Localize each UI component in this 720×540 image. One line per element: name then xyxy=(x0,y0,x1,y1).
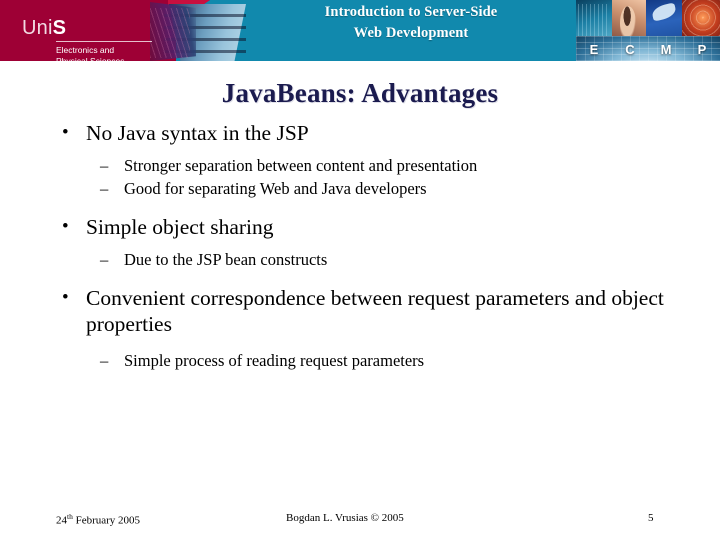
bullet-item: • Convenient correspondence between requ… xyxy=(56,285,666,337)
logo-word-prefix: Uni xyxy=(22,17,53,39)
bullet-item: • No Java syntax in the JSP xyxy=(56,120,666,146)
sub-bullet-item: – Simple process of reading request para… xyxy=(96,349,664,372)
footer-author: Bogdan L. Vrusias © 2005 xyxy=(286,512,404,524)
bullet-text: No Java syntax in the JSP xyxy=(86,121,309,145)
collage-letter-p: P xyxy=(697,42,707,57)
logo-wordmark: UniS xyxy=(22,18,152,39)
header-collage-image: E C M P xyxy=(576,0,720,61)
footer-page-number: 5 xyxy=(648,512,654,524)
sub-bullet-marker: – xyxy=(100,351,109,370)
collage-letter-m: M xyxy=(660,42,672,57)
bullet-marker: • xyxy=(62,287,69,308)
bullet-item: • Simple object sharing xyxy=(56,214,666,240)
presentation-title-line1: Introduction to Server-Side xyxy=(324,4,498,20)
sub-bullet-text: Good for separating Web and Java develop… xyxy=(124,179,427,198)
slide-content: • No Java syntax in the JSP – Stronger s… xyxy=(0,120,720,372)
sub-bullet-marker: – xyxy=(100,250,109,269)
sub-bullet-item: – Due to the JSP bean constructs xyxy=(96,248,664,271)
logo-subtitle: Electronics and Physical Sciences xyxy=(56,41,152,61)
footer-date-rest: February 2005 xyxy=(72,514,141,527)
bullet-marker: • xyxy=(62,122,69,143)
logo-subtitle-line2: Physical Sciences xyxy=(56,55,125,62)
bullet-marker: • xyxy=(62,216,69,237)
collage-letter-c: C xyxy=(625,42,635,57)
slide-title: JavaBeans: Advantages xyxy=(221,78,499,108)
sub-bullet-item: – Stronger separation between content an… xyxy=(96,154,664,177)
sub-bullet-text: Simple process of reading request parame… xyxy=(124,351,425,370)
collage-letter-e: E xyxy=(589,42,599,57)
sub-bullet-item: – Good for separating Web and Java devel… xyxy=(96,177,664,200)
building-light-rays xyxy=(150,8,190,58)
presentation-title-line2: Web Development xyxy=(353,25,469,41)
header-banner: UniS Electronics and Physical Sciences I… xyxy=(0,0,720,61)
footer-date: 24th February 2005 xyxy=(56,512,140,527)
sub-bullet-text: Due to the JSP bean constructs xyxy=(124,250,328,269)
bullet-text: Convenient correspondence between reques… xyxy=(86,286,664,336)
bullet-text: Simple object sharing xyxy=(86,215,274,239)
university-building-image xyxy=(150,2,258,61)
presentation-title: Introduction to Server-Side Web Developm… xyxy=(246,2,576,44)
sub-bullet-text: Stronger separation between content and … xyxy=(124,156,478,175)
logo-word-suffix: S xyxy=(52,17,67,39)
sub-bullet-marker: – xyxy=(100,179,109,198)
footer-date-day: 24 xyxy=(56,514,67,527)
university-logo: UniS Electronics and Physical Sciences xyxy=(22,18,152,61)
slide-footer: 24th February 2005 Bogdan L. Vrusias © 2… xyxy=(0,512,720,532)
logo-subtitle-line1: Electronics and xyxy=(56,45,115,55)
sub-bullet-marker: – xyxy=(100,156,109,175)
collage-letter-row: E C M P xyxy=(576,38,720,61)
